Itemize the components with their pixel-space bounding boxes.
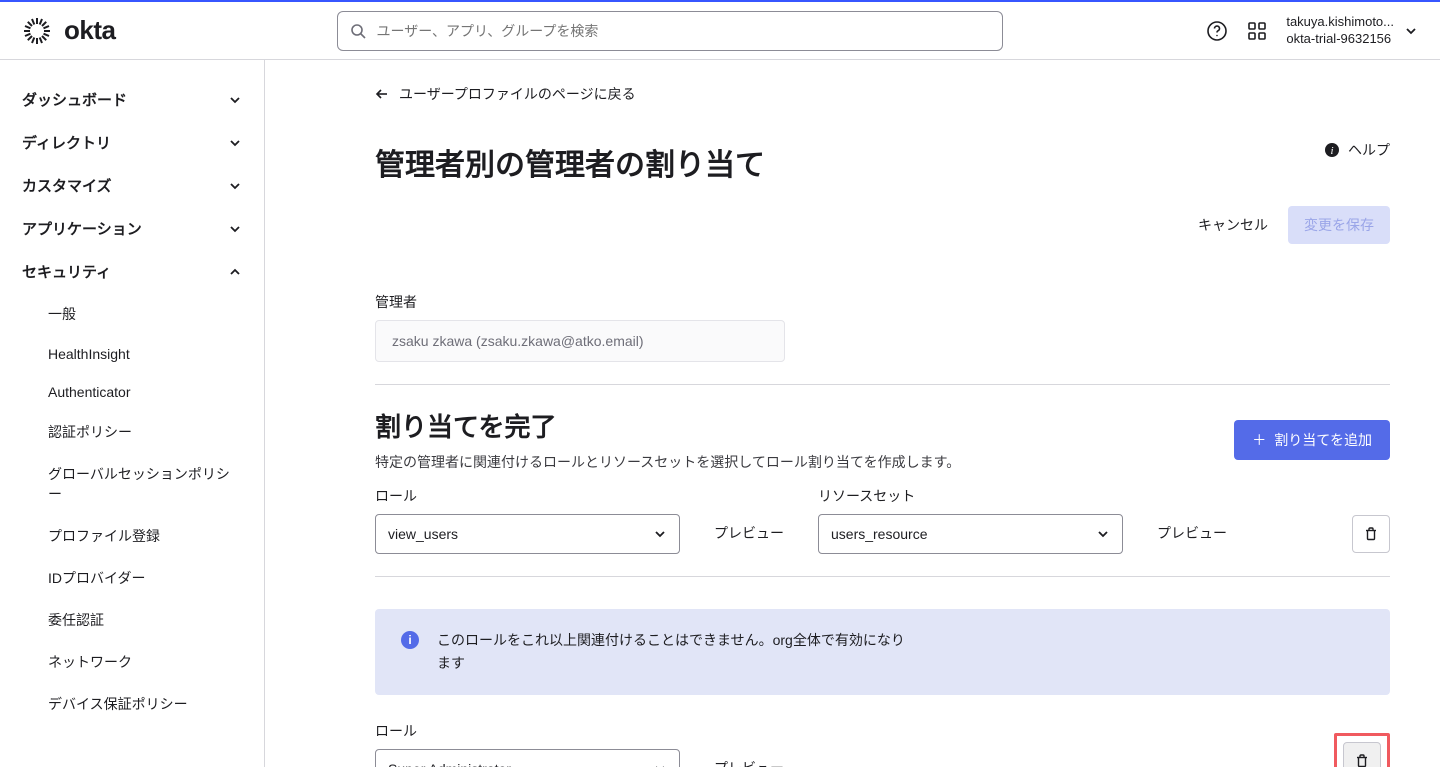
- chevron-up-icon: [228, 265, 242, 279]
- apps-grid-icon[interactable]: [1246, 20, 1268, 42]
- role-value: view_users: [388, 526, 458, 542]
- help-label: ヘルプ: [1348, 140, 1390, 160]
- highlight-box: [1334, 733, 1390, 767]
- chevron-down-icon: [228, 136, 242, 150]
- sidebar-sub-network[interactable]: ネットワーク: [0, 641, 264, 683]
- role-value: Super Administrator: [388, 761, 511, 767]
- save-button: 変更を保存: [1288, 206, 1390, 244]
- info-text: このロールをこれ以上関連付けることはできません。org全体で有効になります: [437, 629, 907, 675]
- sidebar-sub-device-assurance[interactable]: デバイス保証ポリシー: [0, 683, 264, 725]
- complete-title: 割り当てを完了: [375, 407, 960, 444]
- delete-row-button-highlighted[interactable]: [1343, 742, 1381, 767]
- sidebar-sub-id-providers[interactable]: IDプロバイダー: [0, 557, 264, 599]
- user-name: takuya.kishimoto...: [1286, 14, 1394, 30]
- help-link[interactable]: i ヘルプ: [1324, 140, 1390, 160]
- cancel-button[interactable]: キャンセル: [1198, 215, 1268, 235]
- resource-value: users_resource: [831, 526, 928, 542]
- logo-icon: [22, 16, 52, 46]
- sidebar-item-label: カスタマイズ: [22, 175, 112, 196]
- trash-icon: [1363, 526, 1379, 542]
- add-assignment-button[interactable]: ＋ 割り当てを追加: [1234, 420, 1390, 460]
- search-icon: [350, 23, 366, 39]
- role-select[interactable]: view_users: [375, 514, 680, 554]
- sidebar-sub-delegated-auth[interactable]: 委任認証: [0, 599, 264, 641]
- sidebar: ダッシュボード ディレクトリ カスタマイズ アプリケーション セキュリティ 一般…: [0, 60, 265, 767]
- topbar: okta takuya.kishimoto... ok: [0, 0, 1440, 60]
- resource-select[interactable]: users_resource: [818, 514, 1123, 554]
- sidebar-sub-healthinsight[interactable]: HealthInsight: [0, 335, 264, 373]
- chevron-down-icon: [653, 762, 667, 767]
- sidebar-sub-authenticator[interactable]: Authenticator: [0, 373, 264, 411]
- search-input[interactable]: [376, 23, 990, 39]
- role-label: ロール: [375, 721, 680, 741]
- role-preview-link-2[interactable]: プレビュー: [714, 758, 784, 767]
- page-title: 管理者別の管理者の割り当て: [375, 140, 765, 184]
- back-link[interactable]: ユーザープロファイルのページに戻る: [375, 84, 636, 104]
- help-icon[interactable]: [1206, 20, 1228, 42]
- sidebar-item-label: ディレクトリ: [22, 132, 111, 153]
- divider: [375, 576, 1390, 577]
- role-label: ロール: [375, 486, 680, 506]
- chevron-down-icon: [1404, 24, 1418, 38]
- divider: [375, 384, 1390, 385]
- add-button-label: 割り当てを追加: [1274, 430, 1372, 450]
- sidebar-item-applications[interactable]: アプリケーション: [0, 207, 264, 250]
- sidebar-sub-authn-policy[interactable]: 認証ポリシー: [0, 411, 264, 453]
- info-banner: i このロールをこれ以上関連付けることはできません。org全体で有効になります: [375, 609, 1390, 695]
- info-icon: i: [401, 631, 419, 649]
- complete-description: 特定の管理者に関連付けるロールとリソースセットを選択してロール割り当てを作成しま…: [375, 452, 960, 472]
- chevron-down-icon: [1096, 527, 1110, 541]
- sidebar-sub-global-session[interactable]: グローバルセッションポリシー: [0, 453, 264, 515]
- main-content: ユーザープロファイルのページに戻る 管理者別の管理者の割り当て i ヘルプ キャ…: [265, 60, 1440, 767]
- sidebar-item-security[interactable]: セキュリティ: [0, 250, 264, 293]
- chevron-down-icon: [653, 527, 667, 541]
- admin-label: 管理者: [375, 292, 1390, 312]
- resource-label: リソースセット: [818, 486, 1123, 506]
- logo-text: okta: [64, 15, 115, 46]
- sidebar-item-label: セキュリティ: [22, 261, 111, 282]
- chevron-down-icon: [228, 179, 242, 193]
- sidebar-item-directory[interactable]: ディレクトリ: [0, 121, 264, 164]
- user-text: takuya.kishimoto... okta-trial-9632156: [1286, 14, 1394, 47]
- user-menu[interactable]: takuya.kishimoto... okta-trial-9632156: [1286, 14, 1418, 47]
- search-input-container[interactable]: [337, 11, 1003, 51]
- trash-icon: [1354, 753, 1370, 767]
- sidebar-sub-general[interactable]: 一般: [0, 293, 264, 335]
- sidebar-sub-profile-enrollment[interactable]: プロファイル登録: [0, 515, 264, 557]
- admin-value: zsaku zkawa (zsaku.zkawa@atko.email): [375, 320, 785, 362]
- logo[interactable]: okta: [22, 15, 115, 46]
- org-name: okta-trial-9632156: [1286, 31, 1394, 47]
- sidebar-item-label: アプリケーション: [22, 218, 142, 239]
- plus-icon: ＋: [1252, 430, 1266, 450]
- sidebar-item-label: ダッシュボード: [22, 89, 127, 110]
- info-icon: i: [1324, 142, 1340, 158]
- delete-row-button[interactable]: [1352, 515, 1390, 553]
- sidebar-item-dashboard[interactable]: ダッシュボード: [0, 78, 264, 121]
- resource-preview-link[interactable]: プレビュー: [1157, 523, 1227, 554]
- role-preview-link[interactable]: プレビュー: [714, 523, 784, 554]
- topbar-right: takuya.kishimoto... okta-trial-9632156: [1206, 14, 1418, 47]
- sidebar-item-customize[interactable]: カスタマイズ: [0, 164, 264, 207]
- role-select-2[interactable]: Super Administrator: [375, 749, 680, 767]
- svg-text:i: i: [1330, 145, 1333, 157]
- back-link-text: ユーザープロファイルのページに戻る: [399, 84, 636, 104]
- chevron-down-icon: [228, 93, 242, 107]
- arrow-left-icon: [375, 87, 389, 101]
- chevron-down-icon: [228, 222, 242, 236]
